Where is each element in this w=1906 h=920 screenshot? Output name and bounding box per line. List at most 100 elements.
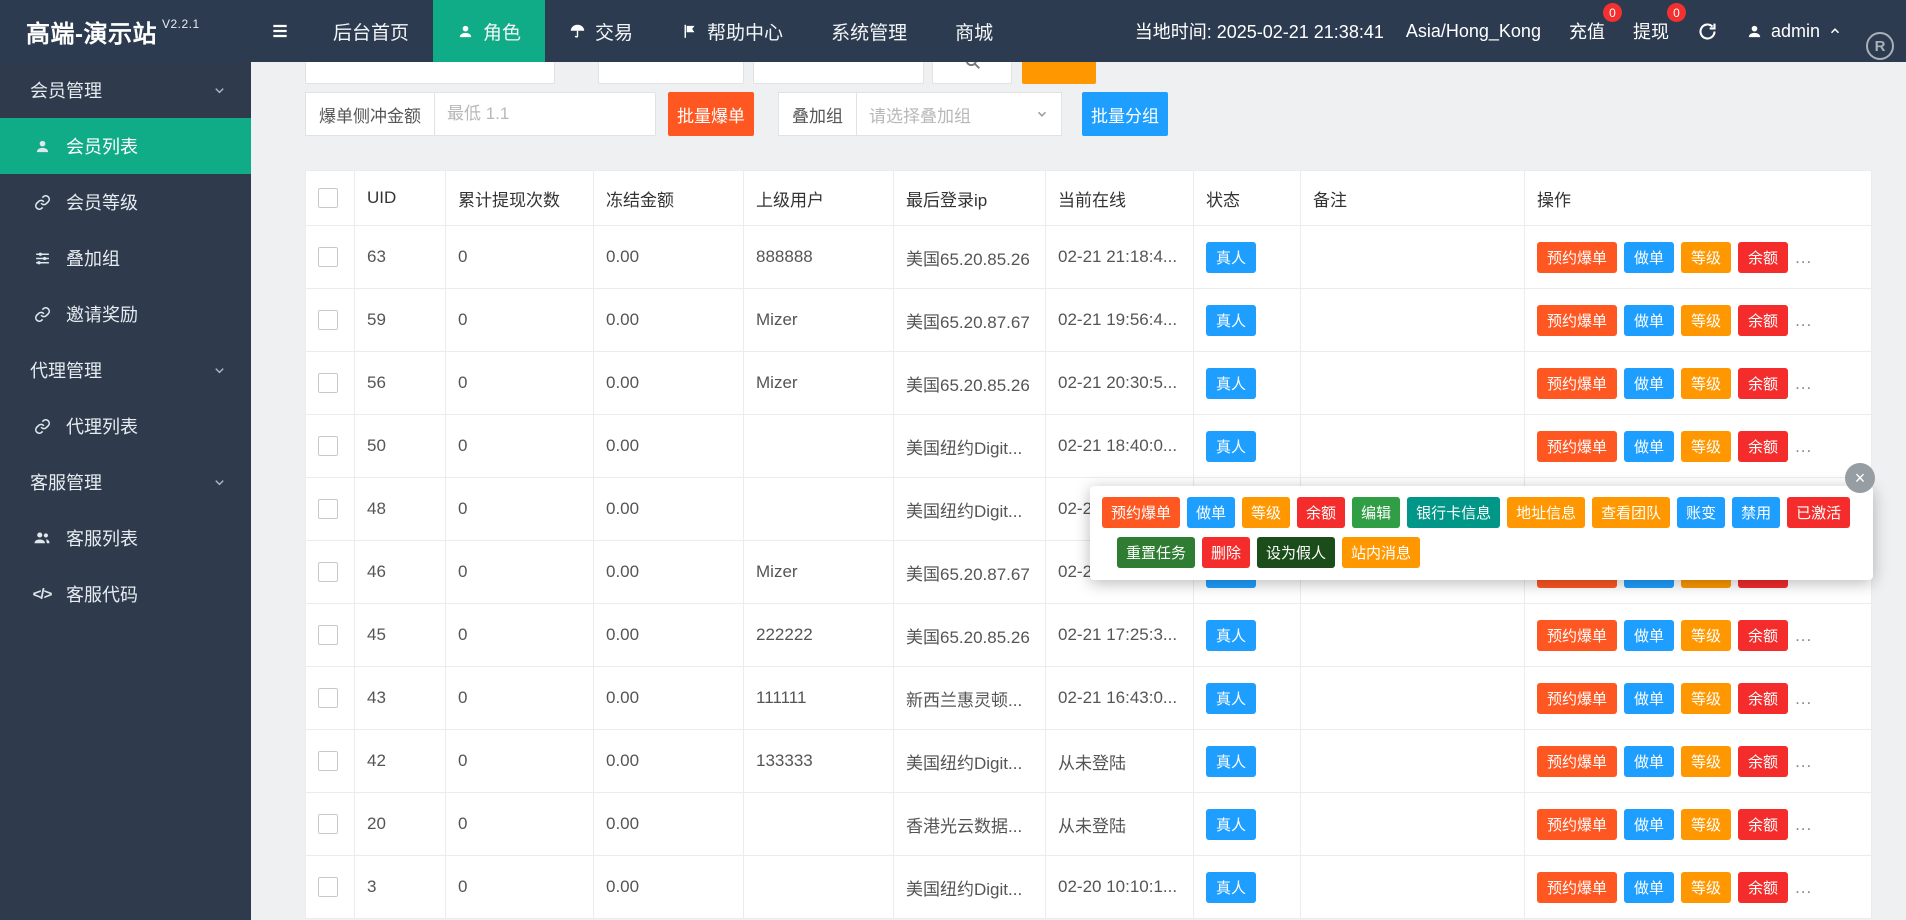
filter-input-3[interactable]	[753, 62, 924, 84]
recharge-button[interactable]: 充值 0	[1569, 3, 1622, 44]
popup-disable-button[interactable]: 禁用	[1732, 497, 1781, 528]
row-checkbox[interactable]	[318, 436, 338, 457]
level-button[interactable]: 等级	[1681, 808, 1732, 840]
user-menu[interactable]: admin	[1746, 21, 1842, 42]
row-checkbox[interactable]	[318, 247, 338, 268]
do-order-button[interactable]: 做单	[1624, 241, 1675, 273]
row-checkbox[interactable]	[318, 814, 338, 835]
row-checkbox[interactable]	[318, 562, 338, 583]
sidebar-item-service-code[interactable]: </> 客服代码	[0, 566, 251, 622]
popup-delete-button[interactable]: 删除	[1202, 537, 1251, 568]
balance-button[interactable]: 余额	[1738, 682, 1789, 714]
reserve-burst-button[interactable]: 预约爆单	[1537, 304, 1618, 336]
nav-item-trade[interactable]: 交易	[545, 0, 657, 62]
sidebar-item-member-list[interactable]: 会员列表	[0, 118, 251, 174]
popup-balance-change-button[interactable]: 账变	[1677, 497, 1726, 528]
level-button[interactable]: 等级	[1681, 304, 1732, 336]
more-actions-trigger[interactable]: ...	[1795, 248, 1812, 267]
popup-site-message-button[interactable]: 站内消息	[1342, 537, 1421, 568]
balance-button[interactable]: 余额	[1738, 304, 1789, 336]
select-all-checkbox[interactable]	[318, 188, 338, 209]
level-button[interactable]: 等级	[1681, 619, 1732, 651]
filter-input-2[interactable]	[598, 62, 744, 84]
sidebar-item-service-list[interactable]: 客服列表	[0, 510, 251, 566]
reserve-burst-button[interactable]: 预约爆单	[1537, 241, 1618, 273]
row-checkbox[interactable]	[318, 751, 338, 772]
level-button[interactable]: 等级	[1681, 871, 1732, 903]
popup-reset-task-button[interactable]: 重置任务	[1117, 537, 1196, 568]
popup-do-order-button[interactable]: 做单	[1187, 497, 1236, 528]
more-actions-trigger[interactable]: ...	[1795, 815, 1812, 834]
batch-burst-button[interactable]: 批量爆单	[668, 92, 754, 136]
sidebar-group-service-management[interactable]: 客服管理	[0, 454, 251, 510]
nav-item-roles[interactable]: 角色	[433, 0, 546, 62]
do-order-button[interactable]: 做单	[1624, 682, 1675, 714]
balance-button[interactable]: 余额	[1738, 367, 1789, 399]
do-order-button[interactable]: 做单	[1624, 871, 1675, 903]
more-actions-trigger[interactable]: ...	[1795, 437, 1812, 456]
more-actions-trigger[interactable]: ...	[1795, 374, 1812, 393]
popup-set-fake-button[interactable]: 设为假人	[1257, 537, 1336, 568]
popup-address-info-button[interactable]: 地址信息	[1507, 497, 1586, 528]
do-order-button[interactable]: 做单	[1624, 808, 1675, 840]
balance-button[interactable]: 余额	[1738, 808, 1789, 840]
level-button[interactable]: 等级	[1681, 682, 1732, 714]
overlay-group-select[interactable]: 请选择叠加组	[856, 92, 1062, 136]
balance-button[interactable]: 余额	[1738, 241, 1789, 273]
nav-item-dashboard[interactable]: 后台首页	[309, 0, 433, 62]
refresh-icon[interactable]	[1697, 21, 1718, 42]
balance-button[interactable]: 余额	[1738, 871, 1789, 903]
popup-balance-button[interactable]: 余额	[1297, 497, 1346, 528]
do-order-button[interactable]: 做单	[1624, 367, 1675, 399]
more-actions-trigger[interactable]: ...	[1795, 689, 1812, 708]
search-button[interactable]	[1022, 62, 1096, 84]
sidebar-group-member-management[interactable]: 会员管理	[0, 62, 251, 118]
popup-close-button[interactable]: ×	[1845, 463, 1875, 493]
reserve-burst-button[interactable]: 预约爆单	[1537, 808, 1618, 840]
do-order-button[interactable]: 做单	[1624, 430, 1675, 462]
reserve-burst-button[interactable]: 预约爆单	[1537, 745, 1618, 777]
sidebar-toggle-button[interactable]	[251, 0, 309, 62]
sidebar-group-agent-management[interactable]: 代理管理	[0, 342, 251, 398]
reserve-burst-button[interactable]: 预约爆单	[1537, 871, 1618, 903]
do-order-button[interactable]: 做单	[1624, 745, 1675, 777]
reserve-burst-button[interactable]: 预约爆单	[1537, 430, 1618, 462]
burst-amount-input[interactable]	[434, 92, 656, 136]
sidebar-item-invite-reward[interactable]: 邀请奖励	[0, 286, 251, 342]
popup-activated-button[interactable]: 已激活	[1787, 497, 1851, 528]
reserve-burst-button[interactable]: 预约爆单	[1537, 619, 1618, 651]
level-button[interactable]: 等级	[1681, 430, 1732, 462]
popup-view-team-button[interactable]: 查看团队	[1592, 497, 1671, 528]
more-actions-trigger[interactable]: ...	[1795, 626, 1812, 645]
balance-button[interactable]: 余额	[1738, 430, 1789, 462]
row-checkbox[interactable]	[318, 877, 338, 898]
level-button[interactable]: 等级	[1681, 745, 1732, 777]
balance-button[interactable]: 余额	[1738, 619, 1789, 651]
row-checkbox[interactable]	[318, 373, 338, 394]
level-button[interactable]: 等级	[1681, 241, 1732, 273]
nav-item-mall[interactable]: 商城	[931, 0, 1017, 62]
popup-bank-info-button[interactable]: 银行卡信息	[1407, 497, 1501, 528]
more-actions-trigger[interactable]: ...	[1795, 752, 1812, 771]
popup-reserve-burst-button[interactable]: 预约爆单	[1102, 497, 1181, 528]
filter-input-1[interactable]	[305, 62, 555, 84]
nav-item-help-center[interactable]: 帮助中心	[657, 0, 807, 62]
row-checkbox[interactable]	[318, 310, 338, 331]
row-checkbox[interactable]	[318, 499, 338, 520]
search-icon-box[interactable]	[932, 62, 1012, 84]
do-order-button[interactable]: 做单	[1624, 619, 1675, 651]
popup-edit-button[interactable]: 编辑	[1352, 497, 1401, 528]
more-actions-trigger[interactable]: ...	[1795, 311, 1812, 330]
popup-level-button[interactable]: 等级	[1242, 497, 1291, 528]
sidebar-item-agent-list[interactable]: 代理列表	[0, 398, 251, 454]
reserve-burst-button[interactable]: 预约爆单	[1537, 367, 1618, 399]
sidebar-item-member-level[interactable]: 会员等级	[0, 174, 251, 230]
more-actions-trigger[interactable]: ...	[1795, 878, 1812, 897]
row-checkbox[interactable]	[318, 625, 338, 646]
do-order-button[interactable]: 做单	[1624, 304, 1675, 336]
batch-group-button[interactable]: 批量分组	[1082, 92, 1168, 136]
withdraw-button[interactable]: 提现 0	[1633, 3, 1686, 44]
sidebar-item-overlay-group[interactable]: 叠加组	[0, 230, 251, 286]
balance-button[interactable]: 余额	[1738, 745, 1789, 777]
nav-item-system[interactable]: 系统管理	[807, 0, 931, 62]
